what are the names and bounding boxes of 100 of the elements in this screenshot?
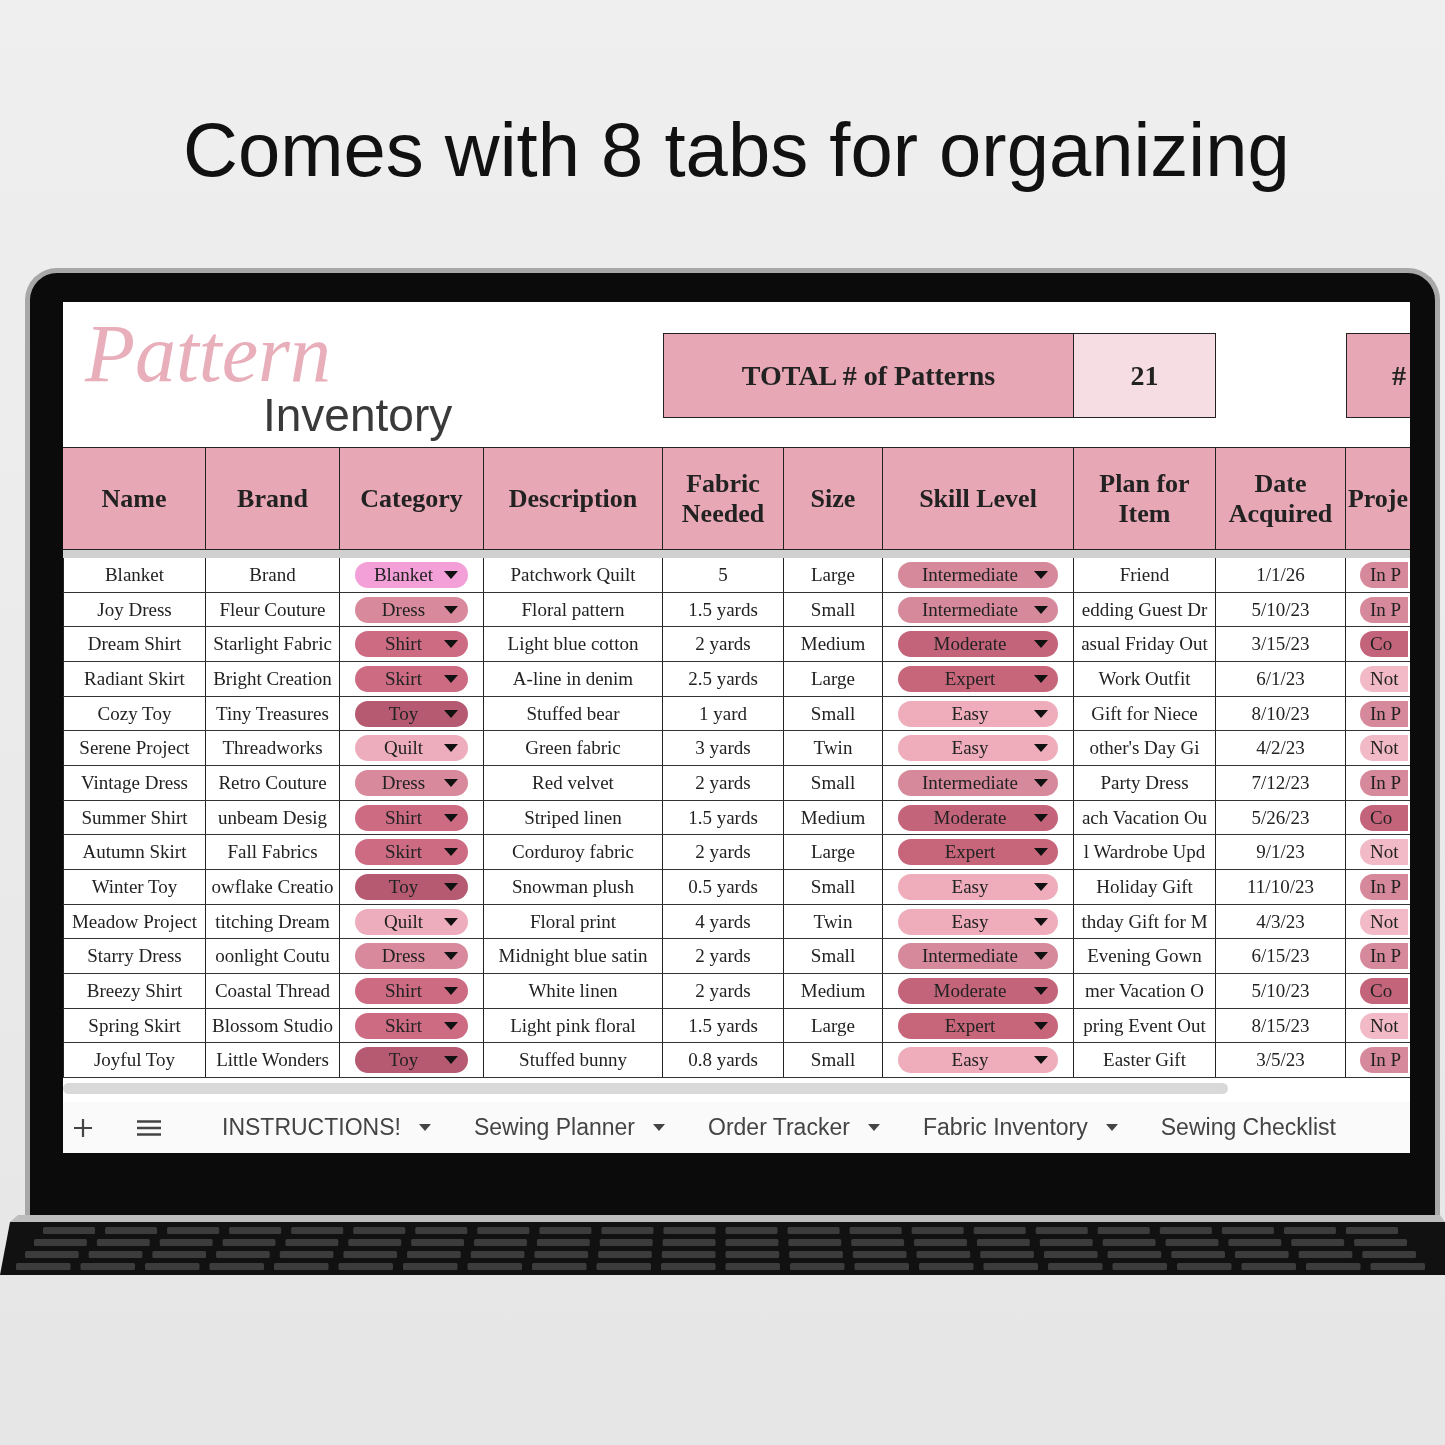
table-cell: 11/10/23 — [1216, 870, 1346, 904]
dropdown-chip[interactable]: Easy — [898, 873, 1058, 900]
scrollbar-thumb[interactable] — [63, 1083, 1228, 1094]
dropdown-chip[interactable]: Easy — [898, 700, 1058, 727]
status-chip[interactable]: Co — [1360, 977, 1408, 1004]
status-chip[interactable]: In P — [1360, 769, 1408, 796]
table-cell: Medium — [784, 627, 883, 661]
sheet-tab[interactable]: Fabric Inventory — [901, 1102, 1140, 1153]
dropdown-chip[interactable]: Moderate — [898, 977, 1058, 1004]
dropdown-chip[interactable]: Shirt — [355, 631, 468, 658]
sheet-tab[interactable]: Sewing Checklist — [1139, 1102, 1358, 1153]
dropdown-chip[interactable]: Easy — [898, 908, 1058, 935]
dropdown-chip[interactable]: Moderate — [898, 631, 1058, 658]
table-cell: pring Event Out — [1074, 1008, 1216, 1043]
dropdown-chip[interactable]: Skirt — [355, 1012, 468, 1039]
table-cell: 8/10/23 — [1216, 696, 1346, 731]
dropdown-chip[interactable]: Quilt — [355, 735, 468, 762]
table-cell: 1 yard — [663, 696, 784, 731]
dropdown-chip[interactable]: Shirt — [355, 804, 468, 831]
caret-icon — [1034, 709, 1048, 718]
caret-icon — [444, 709, 458, 718]
dropdown-chip[interactable]: Blanket — [355, 561, 468, 588]
table-cell: titching Dream — [206, 904, 340, 939]
table-cell: Small — [784, 1043, 883, 1078]
table-cell: Large — [784, 558, 883, 592]
dropdown-chip[interactable]: Intermediate — [898, 769, 1058, 796]
table-cell: Midnight blue satin — [484, 939, 663, 974]
logo-script-text: Pattern — [85, 316, 331, 392]
table-cell: Bright Creation — [206, 662, 340, 696]
sheet-tab[interactable]: Sewing Planner — [452, 1102, 687, 1153]
table-cell: Meadow Project — [63, 904, 206, 939]
menu-icon[interactable] — [137, 1119, 161, 1136]
dropdown-chip[interactable]: Intermediate — [898, 561, 1058, 588]
status-chip[interactable]: In P — [1360, 1047, 1408, 1074]
table-cell: Red velvet — [484, 766, 663, 800]
table-cell: Evening Gown — [1074, 939, 1216, 974]
dropdown-chip[interactable]: Toy — [355, 1047, 468, 1074]
status-chip[interactable]: In P — [1360, 596, 1408, 623]
dropdown-chip[interactable]: Easy — [898, 1047, 1058, 1074]
caret-icon — [444, 813, 458, 822]
summary-label: # — [1346, 333, 1410, 418]
status-chip[interactable]: Not — [1360, 665, 1408, 692]
add-icon[interactable] — [73, 1117, 93, 1138]
table-cell: Floral print — [484, 904, 663, 939]
table-cell: Patchwork Quilt — [484, 558, 663, 592]
status-chip[interactable]: Not — [1360, 839, 1408, 866]
table-cell: White linen — [484, 974, 663, 1008]
headline-text: Comes with 8 tabs for organizing — [183, 106, 1290, 194]
dropdown-chip[interactable]: Easy — [898, 735, 1058, 762]
dropdown-chip[interactable]: Dress — [355, 596, 468, 623]
dropdown-chip[interactable]: Expert — [898, 665, 1058, 692]
table-cell: Fall Fabrics — [206, 835, 340, 870]
table-cell: 1.5 yards — [663, 592, 784, 627]
table-cell: Small — [784, 766, 883, 800]
caret-icon — [1034, 1056, 1048, 1065]
sheet-tab[interactable]: INSTRUCTIONS! — [201, 1102, 453, 1153]
table-cell: 3/5/23 — [1216, 1043, 1346, 1078]
table-cell: 2 yards — [663, 939, 784, 974]
table-cell: 5/10/23 — [1216, 592, 1346, 627]
dropdown-chip[interactable]: Dress — [355, 943, 468, 970]
dropdown-chip[interactable]: Skirt — [355, 665, 468, 692]
status-chip[interactable]: In P — [1360, 873, 1408, 900]
caret-icon — [444, 640, 458, 649]
table-cell: Friend — [1074, 558, 1216, 592]
status-chip[interactable]: Not — [1360, 1012, 1408, 1039]
caret-icon — [1034, 605, 1048, 614]
status-chip[interactable]: Co — [1360, 631, 1408, 658]
table-cell: Large — [784, 1008, 883, 1043]
dropdown-chip[interactable]: Toy — [355, 873, 468, 900]
status-chip[interactable]: Not — [1360, 735, 1408, 762]
status-chip[interactable]: In P — [1360, 700, 1408, 727]
table-cell: unbeam Desig — [206, 800, 340, 835]
dropdown-chip[interactable]: Intermediate — [898, 596, 1058, 623]
dropdown-chip[interactable]: Quilt — [355, 908, 468, 935]
table-cell: l Wardrobe Upd — [1074, 835, 1216, 870]
table-cell: 4/2/23 — [1216, 731, 1346, 766]
table-cell: Light pink floral — [484, 1008, 663, 1043]
dropdown-chip[interactable]: Toy — [355, 700, 468, 727]
sheet-tab[interactable]: Order Tracker — [687, 1102, 902, 1153]
caret-icon — [444, 952, 458, 961]
dropdown-chip[interactable]: Expert — [898, 1012, 1058, 1039]
status-chip[interactable]: Co — [1360, 804, 1408, 831]
table-cell: 3/15/23 — [1216, 627, 1346, 661]
table-cell: A-line in denim — [484, 662, 663, 696]
dropdown-chip[interactable]: Skirt — [355, 839, 468, 866]
table-cell: Dream Shirt — [63, 627, 206, 661]
table-cell: edding Guest Dr — [1074, 592, 1216, 627]
table-cell: Small — [784, 696, 883, 731]
dropdown-chip[interactable]: Shirt — [355, 977, 468, 1004]
caret-icon — [1034, 778, 1048, 787]
dropdown-chip[interactable]: Dress — [355, 769, 468, 796]
status-chip[interactable]: Not — [1360, 908, 1408, 935]
table-cell: 1/1/26 — [1216, 558, 1346, 592]
dropdown-chip[interactable]: Intermediate — [898, 943, 1058, 970]
table-cell: Gift for Niece — [1074, 696, 1216, 731]
dropdown-chip[interactable]: Moderate — [898, 804, 1058, 831]
table-cell: Small — [784, 592, 883, 627]
dropdown-chip[interactable]: Expert — [898, 839, 1058, 866]
status-chip[interactable]: In P — [1360, 561, 1408, 588]
status-chip[interactable]: In P — [1360, 943, 1408, 970]
